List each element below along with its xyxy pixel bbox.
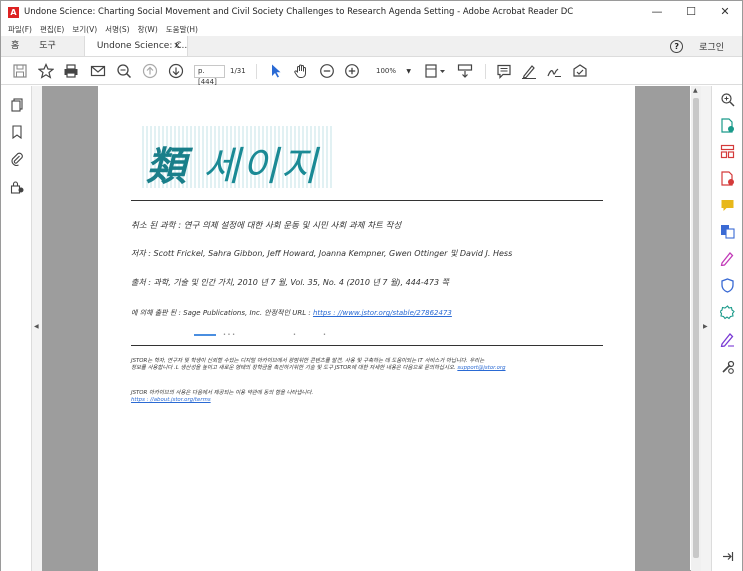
share-icon[interactable] [571, 62, 589, 80]
jstor-notice-line1: JSTOR는 학자, 연구자 및 학생이 신뢰할 수있는 디지털 아카이브에서 … [131, 358, 485, 364]
page-down-icon[interactable] [167, 62, 185, 80]
jstor-notice-text: 정보를 사용합니다 .L 생산성을 높이고 새로운 형태의 장학금을 촉진하기위… [131, 365, 456, 371]
left-navigation-panel [1, 86, 32, 571]
toolbar-divider [485, 64, 486, 79]
header-rule [131, 200, 603, 201]
fill-sign-icon[interactable] [720, 251, 735, 267]
hand-icon[interactable] [292, 62, 310, 80]
lock-icon[interactable] [10, 179, 24, 194]
select-cursor-icon[interactable] [267, 62, 285, 80]
translate-icon[interactable] [720, 224, 735, 239]
arrow-left-icon: ◀ [34, 323, 39, 330]
terms-notice: JSTOR 아카이브의 사용은 다음에서 제공되는 이용 약관에 동의 함을 나… [131, 390, 314, 396]
left-panel-collapse-handle[interactable]: ◀ [32, 86, 42, 571]
menu-window[interactable]: 창(W) [138, 24, 158, 35]
attachment-icon[interactable] [10, 151, 24, 166]
thumbnails-icon[interactable] [10, 97, 24, 112]
protect-icon[interactable] [720, 278, 735, 293]
signature-icon[interactable] [720, 332, 735, 348]
scrollbar-thumb[interactable] [693, 98, 699, 558]
export-pdf-icon[interactable] [720, 118, 735, 133]
bookmark-icon[interactable] [10, 124, 24, 140]
authors-line: 저자 : Scott Frickel, Sahra Gibbon, Jeff H… [131, 249, 513, 258]
comment-icon[interactable] [495, 62, 513, 80]
pdf-page: 類 세이지 취소 된 과학 : 연구 의제 설정에 대한 사회 운동 및 시민 … [98, 86, 635, 571]
zoom-out-icon[interactable] [318, 62, 336, 80]
document-viewer[interactable]: 類 세이지 취소 된 과학 : 연구 의제 설정에 대한 사회 운동 및 시민 … [42, 86, 690, 571]
zoom-icon[interactable] [720, 92, 735, 107]
login-button[interactable]: 로그인 [699, 40, 724, 53]
menu-help[interactable]: 도움말(H) [166, 24, 198, 35]
create-pdf-icon[interactable] [720, 171, 735, 186]
right-tools-panel [711, 86, 742, 571]
divider-rule [131, 345, 603, 346]
terms-link-line: https : //about.jstor.org/terms [131, 397, 211, 404]
acrobat-window: A Undone Science: Charting Social Moveme… [0, 0, 743, 571]
menu-sign[interactable]: 서명(S) [105, 24, 129, 35]
tab-bar: 홈 도구 Undone Science: C... × ? 로그인 [1, 36, 742, 57]
decorative-dash [194, 334, 216, 336]
page-total: 1/31 [230, 67, 246, 75]
help-icon[interactable]: ? [670, 40, 684, 53]
title-bar: A Undone Science: Charting Social Moveme… [1, 1, 742, 23]
minimize-button[interactable]: — [640, 1, 674, 23]
fit-page-icon[interactable] [423, 62, 449, 80]
tab-tools[interactable]: 도구 [29, 36, 66, 56]
expand-icon[interactable] [720, 549, 735, 564]
arrow-right-icon: ▶ [703, 323, 708, 330]
decorative-dots: • [323, 332, 326, 338]
chevron-down-icon: ▼ [406, 68, 411, 75]
close-window-button[interactable]: ✕ [708, 1, 742, 23]
print-icon[interactable] [62, 62, 80, 80]
tab-document[interactable]: Undone Science: C... × [83, 36, 188, 56]
menu-file[interactable]: 파일(F) [8, 24, 32, 35]
window-title: Undone Science: Charting Social Movement… [24, 7, 574, 17]
right-panel-collapse-handle[interactable]: ▶ [701, 86, 711, 571]
search-icon[interactable] [115, 62, 133, 80]
support-email-link[interactable]: support@jstor.org [457, 365, 505, 371]
publisher-text: 에 의해 출판 된 : Sage Publications, Inc. 안정적인… [131, 309, 311, 317]
bookmark-star-icon[interactable] [37, 62, 55, 80]
vertical-scrollbar[interactable]: ▲ [691, 86, 701, 571]
more-tools-icon[interactable] [720, 360, 735, 375]
zoom-select[interactable]: 100% ▼ [370, 65, 414, 78]
page-up-icon[interactable] [141, 62, 159, 80]
save-icon[interactable] [11, 62, 29, 80]
page-number-input[interactable]: p. [444] [194, 65, 225, 86]
zoom-in-icon[interactable] [343, 62, 361, 80]
comment-tool-icon[interactable] [720, 198, 735, 213]
article-title-line: 취소 된 과학 : 연구 의제 설정에 대한 사회 운동 및 시민 사회 과제 … [131, 221, 402, 231]
acrobat-app-icon: A [8, 6, 19, 18]
maximize-button[interactable]: ☐ [674, 1, 708, 23]
window-controls: — ☐ ✕ [640, 1, 742, 23]
highlight-pen-icon[interactable] [520, 62, 538, 80]
scroll-up-arrow-icon[interactable]: ▲ [693, 87, 698, 94]
logo-text: 類 세이지 [146, 143, 320, 190]
zoom-value: 100% [376, 67, 397, 75]
menu-view[interactable]: 보기(V) [72, 24, 97, 35]
scroll-mode-icon[interactable] [456, 62, 474, 80]
publisher-logo: 類 세이지 [142, 126, 342, 196]
sign-icon[interactable] [545, 62, 563, 80]
tab-close-icon[interactable]: × [173, 36, 181, 56]
decorative-dots: • • • [223, 332, 236, 338]
terms-link[interactable]: https : //about.jstor.org/terms [131, 397, 211, 403]
stable-url-link[interactable]: https : //www.jstor.org/stable/27862473 [313, 309, 452, 317]
menu-edit[interactable]: 편집(E) [40, 24, 64, 35]
jstor-notice-line2: 정보를 사용합니다 .L 생산성을 높이고 새로운 형태의 장학금을 촉진하기위… [131, 365, 506, 372]
organize-pages-icon[interactable] [720, 144, 735, 159]
enhance-scan-icon[interactable] [719, 305, 735, 320]
tab-home[interactable]: 홈 [1, 36, 29, 56]
main-toolbar: p. [444] 1/31 100% ▼ [1, 57, 742, 86]
email-icon[interactable] [89, 62, 107, 80]
menu-bar: 파일(F) 편집(E) 보기(V) 서명(S) 창(W) 도움말(H) [1, 23, 742, 36]
publisher-line: 에 의해 출판 된 : Sage Publications, Inc. 안정적인… [131, 308, 452, 318]
tab-bar-right: ? 로그인 [670, 36, 742, 57]
source-line: 출처 : 과학, 기술 및 인간 가치, 2010 년 7 월, Vol. 35… [131, 278, 449, 287]
decorative-dots: • [293, 332, 296, 338]
toolbar-divider [256, 64, 257, 79]
